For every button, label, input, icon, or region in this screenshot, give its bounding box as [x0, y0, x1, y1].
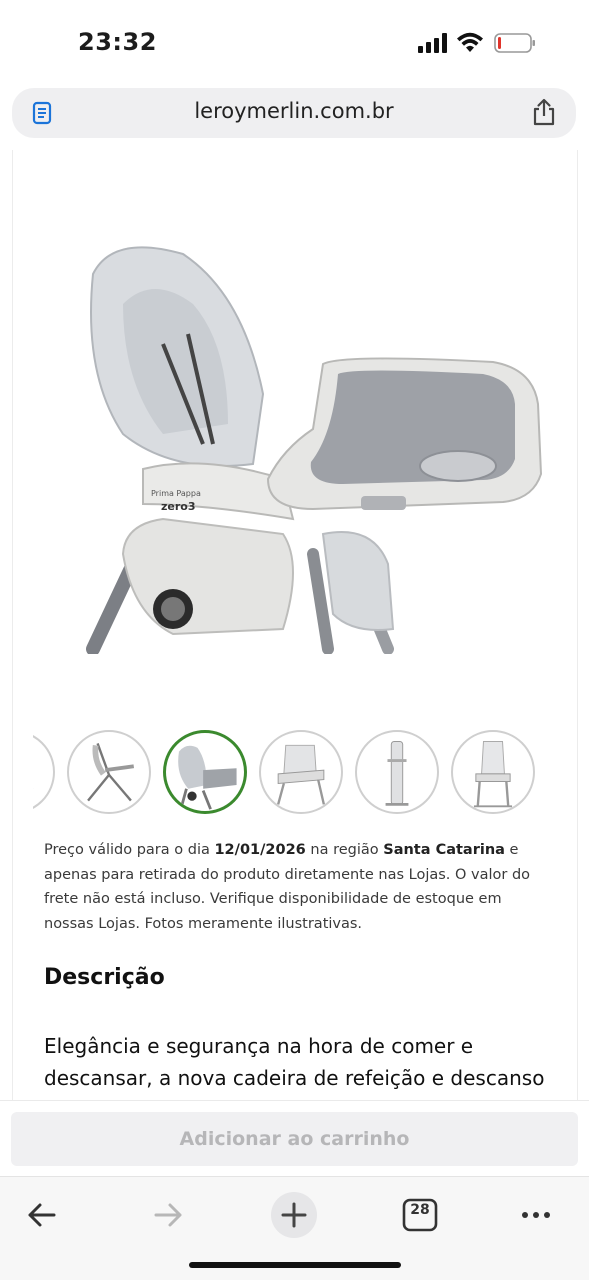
thumbnail-carousel[interactable] [33, 730, 577, 818]
url-text[interactable]: leroymerlin.com.br [12, 99, 576, 123]
tabs-button[interactable]: 28 [392, 1187, 448, 1243]
price-note-text: Preço válido para o dia [44, 842, 215, 858]
chair-folded-icon [385, 741, 409, 806]
cellular-signal-icon [418, 33, 447, 53]
price-region: Santa Catarina [383, 842, 505, 858]
arrow-right-icon [154, 1203, 182, 1227]
thumbnail-front-angle[interactable] [259, 730, 343, 814]
arrow-left-icon [28, 1203, 56, 1227]
battery-icon [494, 33, 535, 53]
description-text: Elegância e segurança na hora de comer e… [44, 1034, 545, 1090]
more-button[interactable] [508, 1187, 564, 1243]
tabs-count: 28 [410, 1202, 430, 1218]
status-bar: 23:32 [0, 0, 589, 88]
share-icon[interactable] [531, 97, 557, 127]
home-indicator[interactable] [189, 1262, 401, 1268]
description-title: Descrição [44, 965, 165, 990]
chair-front-icon [473, 741, 513, 808]
thumbnail-main-photo[interactable] [163, 730, 247, 814]
plus-icon [271, 1192, 317, 1238]
chair-side-icon [87, 743, 135, 802]
address-bar[interactable]: leroymerlin.com.br [12, 88, 576, 138]
thumbnail-side-view[interactable] [67, 730, 151, 814]
thumbnail-front-view[interactable] [451, 730, 535, 814]
price-date: 12/01/2026 [214, 842, 306, 858]
brand-label-line2: zero3 [161, 500, 196, 513]
price-note-text: na região [305, 842, 384, 858]
add-to-cart-button[interactable]: Adicionar ao carrinho [11, 1112, 578, 1166]
status-time: 23:32 [78, 28, 157, 56]
brand-label-line1: Prima Pappa [151, 489, 201, 498]
back-button[interactable] [14, 1187, 70, 1243]
thumbnail-partial[interactable] [33, 730, 55, 814]
chair-front-angle-icon [276, 744, 326, 805]
new-tab-button[interactable] [266, 1187, 322, 1243]
forward-button[interactable] [140, 1187, 196, 1243]
wifi-icon [457, 32, 483, 52]
thumbnail-folded[interactable] [355, 730, 439, 814]
chair-photo-icon [178, 745, 237, 810]
ellipsis-icon [522, 1212, 550, 1218]
page-content: Prima Pappa zero3 Preço válido para o di… [12, 150, 578, 1100]
add-to-cart-bar: Adicionar ao carrinho [0, 1100, 589, 1176]
price-validity-note: Preço válido para o dia 12/01/2026 na re… [44, 838, 544, 936]
product-image[interactable]: Prima Pappa zero3 [53, 234, 553, 654]
